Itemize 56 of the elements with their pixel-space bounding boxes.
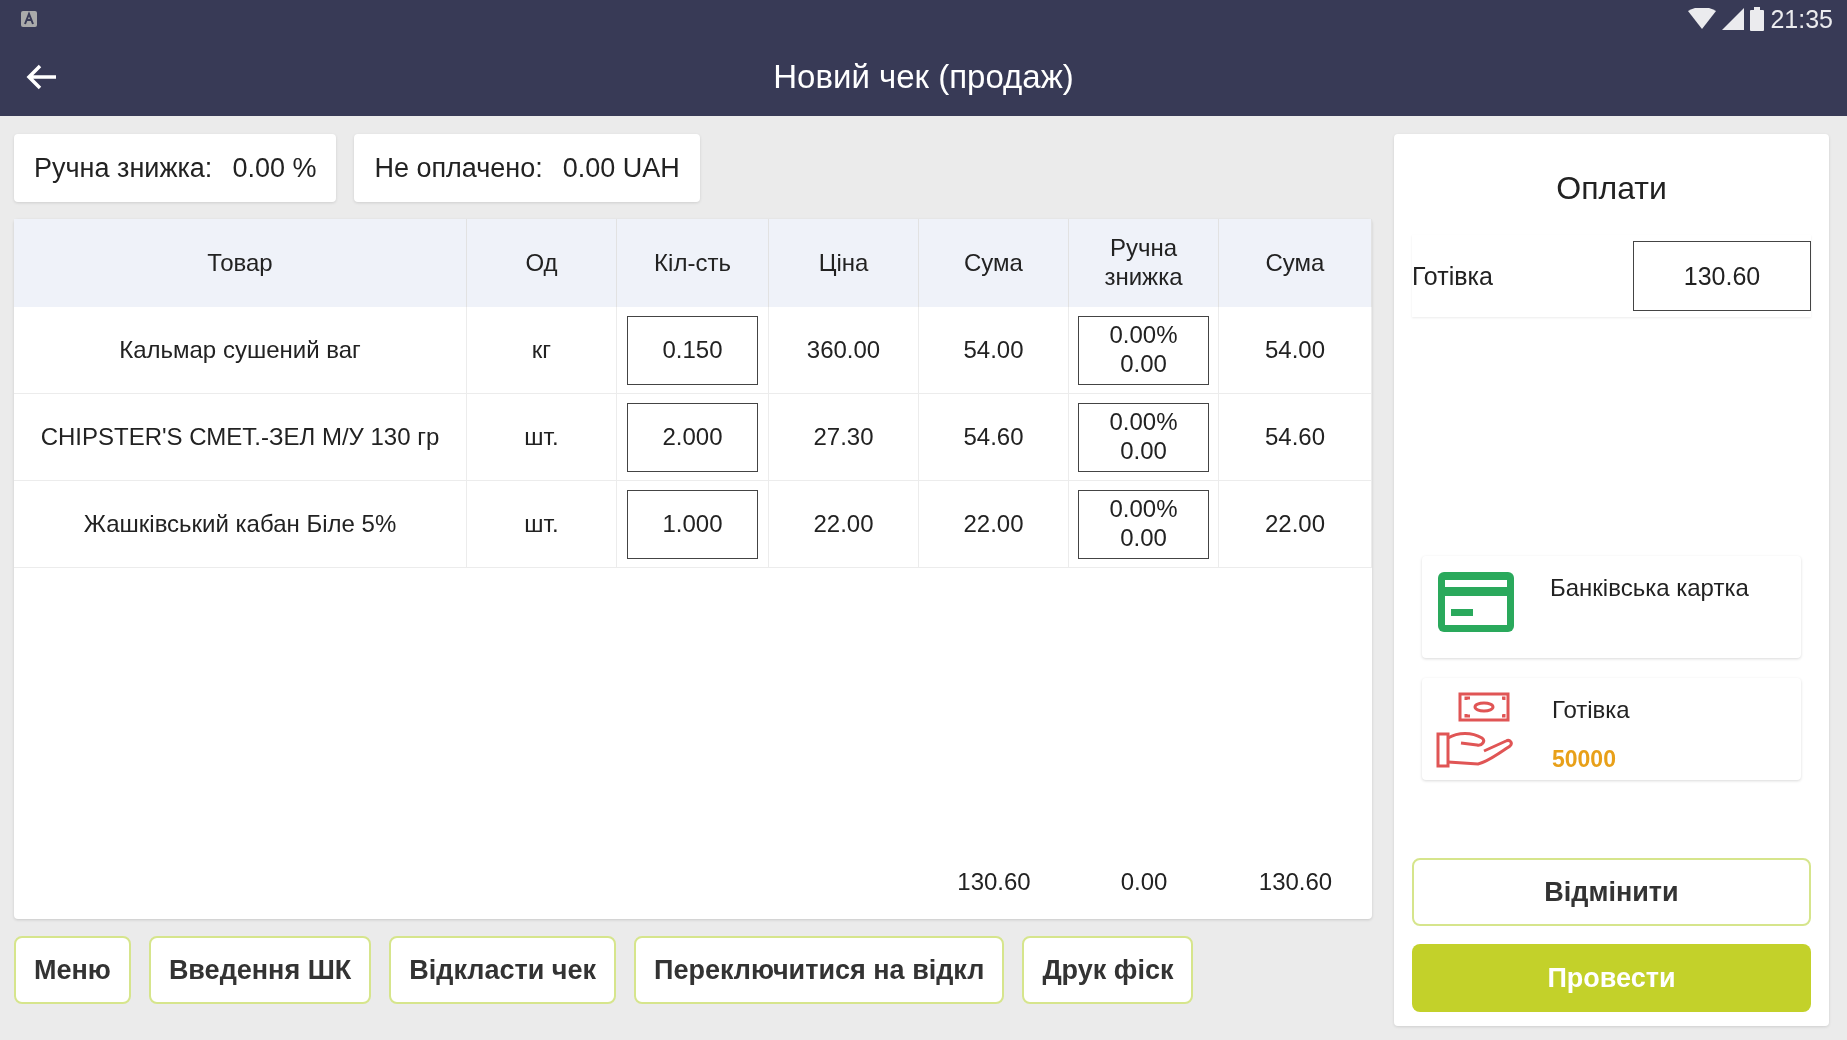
battery-icon bbox=[1750, 7, 1765, 31]
summary-label: Ручна знижка: bbox=[34, 152, 213, 184]
signal-icon bbox=[1722, 8, 1745, 30]
table-cell: 22.00 bbox=[1219, 481, 1372, 568]
column-header: Сума bbox=[1219, 219, 1372, 307]
discount-field[interactable]: 0.00% 0.00 bbox=[1078, 489, 1209, 559]
total-value: 130.60 bbox=[1257, 868, 1334, 896]
action-button[interactable]: Меню bbox=[14, 936, 131, 1004]
table-cell: кг bbox=[467, 307, 617, 394]
table-cell: шт. bbox=[467, 481, 617, 568]
table-cell: Жашківський кабан Біле 5% bbox=[14, 481, 467, 568]
summary-value: 0.00 UAH bbox=[562, 152, 680, 184]
payment-method-card[interactable]: Банківська картка bbox=[1422, 556, 1801, 658]
window-title: Новий чек (продаж) bbox=[773, 58, 1074, 96]
payment-amount-field[interactable]: 130.60 bbox=[1633, 241, 1811, 311]
summary-label: Не оплачено: bbox=[374, 152, 543, 184]
payment-method-label: Готівка bbox=[1552, 696, 1630, 724]
cash-amount: 50000 bbox=[1552, 746, 1617, 773]
total-value: 130.60 bbox=[956, 868, 1032, 896]
column-header: Товар bbox=[14, 219, 467, 307]
quantity-field[interactable]: 1.000 bbox=[627, 489, 758, 559]
table-cell: 54.00 bbox=[919, 307, 1069, 394]
table-cell: 54.60 bbox=[1219, 394, 1372, 481]
notification-icon bbox=[20, 10, 38, 28]
table-cell: CHIPSTER'S СМЕТ.-ЗЕЛ М/У 130 гр bbox=[14, 394, 467, 481]
table-cell: Кальмар сушений ваг bbox=[14, 307, 467, 394]
summary-value: 0.00 % bbox=[232, 152, 317, 184]
table-cell: 54.00 bbox=[1219, 307, 1372, 394]
column-header: Ручна знижка bbox=[1069, 219, 1219, 307]
total-value: 0.00 bbox=[1119, 868, 1169, 896]
credit-card-icon bbox=[1436, 570, 1516, 634]
table-cell: 22.00 bbox=[769, 481, 919, 568]
table-cell: 360.00 bbox=[769, 307, 919, 394]
table-cell: шт. bbox=[467, 394, 617, 481]
column-header: Ціна bbox=[769, 219, 919, 307]
table-cell: 27.30 bbox=[769, 394, 919, 481]
table-cell: 54.60 bbox=[919, 394, 1069, 481]
column-header: Кіл-сть bbox=[617, 219, 769, 307]
column-header: Сума bbox=[919, 219, 1069, 307]
payment-label: Готівка bbox=[1412, 261, 1494, 291]
table-cell: 22.00 bbox=[919, 481, 1069, 568]
panel-title: Оплати bbox=[1555, 170, 1668, 207]
discount-field[interactable]: 0.00% 0.00 bbox=[1078, 402, 1209, 472]
quantity-field[interactable]: 0.150 bbox=[627, 315, 758, 385]
action-button[interactable]: Переключитися на відкл bbox=[634, 936, 1005, 1004]
cancel-button[interactable]: Відмінити bbox=[1412, 858, 1811, 926]
payment-method-label: Банківська картка bbox=[1550, 574, 1749, 602]
status-time: 21:35 bbox=[1770, 4, 1833, 34]
action-button[interactable]: Друк фіск bbox=[1022, 936, 1194, 1004]
column-header: Од bbox=[467, 219, 617, 307]
action-button[interactable]: Введення ШК bbox=[148, 936, 372, 1004]
wifi-icon bbox=[1688, 8, 1717, 30]
quantity-field[interactable]: 2.000 bbox=[627, 402, 758, 472]
action-button[interactable]: Відкласти чек bbox=[389, 936, 616, 1004]
discount-field[interactable]: 0.00% 0.00 bbox=[1078, 315, 1209, 385]
payment-method-card[interactable]: Готівка 50000 bbox=[1422, 678, 1801, 780]
